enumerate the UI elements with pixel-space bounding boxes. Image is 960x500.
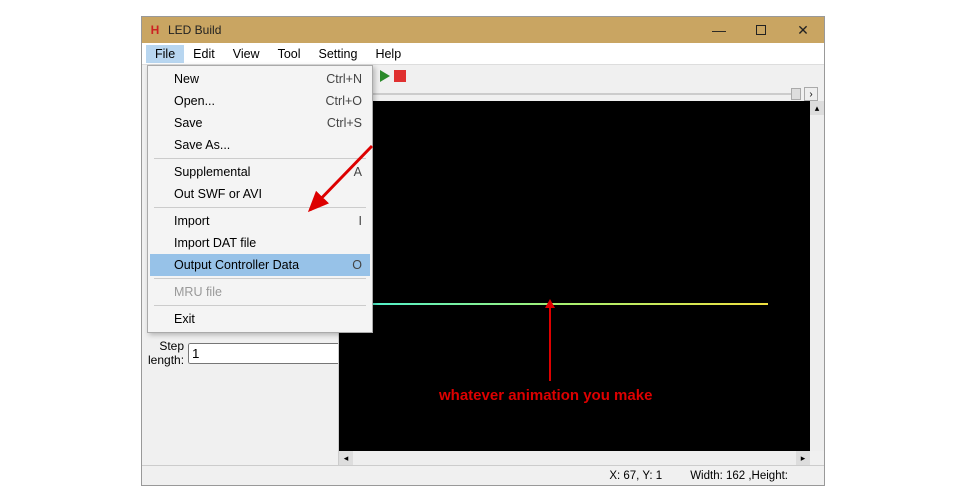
menubar-tool[interactable]: Tool bbox=[269, 45, 310, 63]
scroll-left-icon[interactable]: ◂ bbox=[339, 451, 353, 465]
status-dims: Width: 162 ,Height: bbox=[690, 470, 788, 482]
scroll-right-icon[interactable]: ▸ bbox=[796, 451, 810, 465]
menu-item-open[interactable]: Open...Ctrl+O bbox=[150, 90, 370, 112]
menu-item-new[interactable]: NewCtrl+N bbox=[150, 68, 370, 90]
statusbar: X: 67, Y: 1 Width: 162 ,Height: bbox=[142, 465, 824, 485]
menu-item-mru-file: MRU file bbox=[150, 281, 370, 303]
menubar: File Edit View Tool Setting Help bbox=[142, 43, 824, 65]
play-button[interactable] bbox=[380, 70, 390, 82]
menu-item-exit[interactable]: Exit bbox=[150, 308, 370, 330]
titlebar[interactable]: H LED Build — ✕ bbox=[142, 17, 824, 43]
scroll-up-icon[interactable]: ▴ bbox=[810, 101, 824, 115]
timeline-slider[interactable] bbox=[340, 93, 801, 95]
menu-separator bbox=[154, 305, 366, 306]
status-coords: X: 67, Y: 1 bbox=[609, 470, 662, 482]
preview-canvas[interactable]: whatever animation you make bbox=[339, 101, 810, 451]
window-title: LED Build bbox=[168, 23, 221, 37]
menu-item-save[interactable]: SaveCtrl+S bbox=[150, 112, 370, 134]
minimize-button[interactable]: — bbox=[698, 17, 740, 43]
close-button[interactable]: ✕ bbox=[782, 17, 824, 43]
menubar-file[interactable]: File bbox=[146, 45, 184, 63]
menubar-view[interactable]: View bbox=[224, 45, 269, 63]
menubar-help[interactable]: Help bbox=[366, 45, 410, 63]
led-strip bbox=[361, 303, 768, 305]
stop-button[interactable] bbox=[394, 70, 406, 82]
menu-item-import-dat-file[interactable]: Import DAT file bbox=[150, 232, 370, 254]
slider-thumb[interactable] bbox=[791, 88, 801, 100]
steplength-label: Step length: bbox=[148, 339, 188, 367]
maximize-button[interactable] bbox=[740, 17, 782, 43]
menu-item-output-controller-data[interactable]: Output Controller DataO bbox=[150, 254, 370, 276]
canvas-wrap: whatever animation you make ▴ ◂ ▸ bbox=[338, 101, 824, 465]
menubar-edit[interactable]: Edit bbox=[184, 45, 224, 63]
vertical-scrollbar[interactable]: ▴ bbox=[810, 101, 824, 451]
annotation-text: whatever animation you make bbox=[439, 387, 652, 404]
menubar-setting[interactable]: Setting bbox=[310, 45, 367, 63]
tutorial-arrow-icon bbox=[300, 140, 380, 220]
annotation-arrow-icon bbox=[549, 306, 551, 381]
menu-separator bbox=[154, 278, 366, 279]
slider-next-button[interactable]: › bbox=[804, 87, 818, 101]
app-icon: H bbox=[148, 23, 162, 37]
horizontal-scrollbar[interactable]: ◂ ▸ bbox=[339, 451, 810, 465]
